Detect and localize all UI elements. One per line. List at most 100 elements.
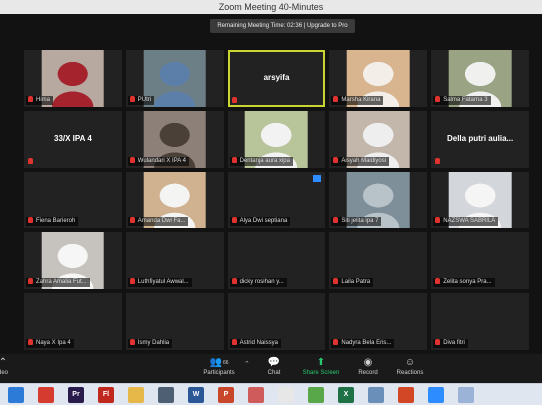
participant-tile[interactable]: Alya Dwi septiana xyxy=(227,171,326,229)
participant-name: Hima xyxy=(36,96,51,103)
participant-name-label: Luthfiyatul Awwal... xyxy=(127,278,192,288)
zoom-icon[interactable] xyxy=(428,387,444,403)
participant-tile[interactable]: Aisyah Maidiyosi xyxy=(329,110,428,168)
mic-muted-icon xyxy=(333,338,339,345)
windows-taskbar: Pr Fl W P X xyxy=(0,383,542,405)
participant-tile[interactable]: Marsha Kirana xyxy=(329,50,428,107)
participant-tile[interactable]: 33/X IPA 4 xyxy=(24,110,122,168)
participant-tile[interactable]: Nadyra Bela Eris... xyxy=(329,293,428,350)
participant-name-label: Fiena Barieroh xyxy=(26,217,79,227)
participant-tile[interactable]: Wulandari X IPA 4 xyxy=(125,110,224,168)
window-title: Zoom Meeting 40-Minutes xyxy=(218,2,324,12)
remaining-time-banner[interactable]: Remaining Meeting Time: 02:36 | Upgrade … xyxy=(210,19,355,33)
share-screen-button[interactable]: ⬆ Share Screen xyxy=(299,356,343,376)
browser-icon[interactable] xyxy=(458,387,474,403)
participant-name: Siti jelita ipa 7 xyxy=(341,218,379,225)
calendar-icon[interactable] xyxy=(248,387,264,403)
participant-name-label: NAZSWA SABRILA xyxy=(433,217,499,227)
word-icon[interactable]: W xyxy=(188,387,204,403)
record-button[interactable]: ◉ Record xyxy=(346,356,390,376)
participant-name-label: Ismy Dahlia xyxy=(127,338,173,348)
participant-display-name: Della putri aulia... xyxy=(446,133,514,143)
participant-tile[interactable]: Laila Patra xyxy=(329,232,428,290)
participant-tile[interactable]: arsyifa xyxy=(227,50,326,107)
participant-name-label: Dentanja aura xipa xyxy=(229,156,293,166)
participant-name-label: Aisyah Maidiyosi xyxy=(331,156,390,166)
participant-tile[interactable]: NAZSWA SABRILA xyxy=(431,171,529,229)
premiere-icon[interactable]: Pr xyxy=(68,387,84,403)
participant-name: Fiena Barieroh xyxy=(36,218,76,225)
mic-muted-icon xyxy=(435,217,441,224)
participant-grid: Hima PUtri arsyifa Marsha Kirana Salma Fatar… xyxy=(24,50,529,350)
participant-tile[interactable]: Diva fitri xyxy=(431,293,529,350)
participant-name: NAZSWA SABRILA xyxy=(443,218,496,225)
maps-icon[interactable] xyxy=(308,387,324,403)
participant-name-label: Alya Dwi septiana xyxy=(229,217,291,227)
mic-muted-icon xyxy=(231,338,237,345)
participant-display-name: arsyifa xyxy=(263,72,290,82)
participant-tile[interactable]: Luthfiyatul Awwal... xyxy=(125,232,224,290)
mic-muted-icon xyxy=(231,217,237,224)
office-icon[interactable] xyxy=(398,387,414,403)
store-icon[interactable] xyxy=(158,387,174,403)
participant-tile[interactable]: Zelita sonya Pra... xyxy=(431,232,529,290)
participants-caret-icon[interactable]: ⌃ xyxy=(244,360,250,368)
excel-icon[interactable]: X xyxy=(338,387,354,403)
participant-tile[interactable]: Hima xyxy=(24,50,122,107)
mic-muted-icon xyxy=(333,156,339,163)
participant-name-label: PUtri xyxy=(127,95,155,105)
participant-name-label: Salma Fatarna 3 xyxy=(433,95,491,105)
participant-name: Laila Patra xyxy=(341,279,371,286)
reactions-button[interactable]: ☺ Reactions xyxy=(388,356,432,376)
participant-tile[interactable]: Amanda Dwi Fa... xyxy=(125,171,224,229)
participant-name: Astrid Naissya xyxy=(239,339,278,346)
participant-tile[interactable]: Siti jelita ipa 7 xyxy=(329,171,428,229)
caret-up-icon: ⌃ xyxy=(0,357,8,368)
start-icon[interactable] xyxy=(8,387,24,403)
chat-icon: 💬 xyxy=(267,357,281,368)
chat-label: Chat xyxy=(267,370,281,376)
participant-tile[interactable]: Naya X Ipa 4 xyxy=(24,293,122,350)
tile-options-icon[interactable] xyxy=(313,174,322,182)
participant-name: Zahra Amalia Fut... xyxy=(36,279,87,286)
participant-tile[interactable]: Astrid Naissya xyxy=(227,293,326,350)
files-icon[interactable] xyxy=(368,387,384,403)
paint-icon[interactable] xyxy=(278,387,294,403)
participant-tile[interactable]: Zahra Amalia Fut... xyxy=(24,232,122,290)
participant-name: Salma Fatarna 3 xyxy=(443,96,488,103)
chat-button[interactable]: 💬 Chat xyxy=(252,356,296,376)
participant-name-label: Amanda Dwi Fa... xyxy=(127,217,189,227)
participants-button[interactable]: 👥66 Participants xyxy=(197,356,241,376)
participant-name: Zelita sonya Pra... xyxy=(443,279,492,286)
mic-muted-icon xyxy=(28,278,33,285)
mic-muted-icon xyxy=(231,96,237,103)
mic-muted-icon xyxy=(435,95,441,102)
participant-name-label: Astrid Naissya xyxy=(229,338,281,348)
participant-name: Ismy Dahlia xyxy=(137,339,170,346)
participant-name-label: Zahra Amalia Fut... xyxy=(26,278,90,288)
participant-tile[interactable]: PUtri xyxy=(125,50,224,107)
mic-muted-icon xyxy=(28,157,33,164)
participant-tile[interactable]: Della putri aulia... xyxy=(431,110,529,168)
participant-tile[interactable]: dicky rosihan y... xyxy=(227,232,326,290)
acrobat-icon[interactable] xyxy=(38,387,54,403)
reactions-label: Reactions xyxy=(396,370,424,376)
participant-tile[interactable]: Dentanja aura xipa xyxy=(227,110,326,168)
flash-icon[interactable]: Fl xyxy=(98,387,114,403)
mic-muted-icon xyxy=(129,156,135,163)
mic-muted-icon xyxy=(333,95,339,102)
mic-muted-icon xyxy=(435,278,441,285)
participant-tile[interactable]: Ismy Dahlia xyxy=(125,293,224,350)
participant-name-label: Diva fitri xyxy=(433,338,468,348)
powerpoint-icon[interactable]: P xyxy=(218,387,234,403)
mic-muted-icon xyxy=(28,95,33,102)
audio-button[interactable]: ⌃ deo xyxy=(0,356,18,376)
participant-tile[interactable]: Salma Fatarna 3 xyxy=(431,50,529,107)
meeting-toolbar: ⌃ deo 👥66 Participants ⌃ 💬 Chat ⬆ Share … xyxy=(0,354,542,383)
participants-icon: 👥66 xyxy=(209,357,229,368)
participant-tile[interactable]: Fiena Barieroh xyxy=(24,171,122,229)
record-label: Record xyxy=(358,370,378,376)
participant-name-label: Marsha Kirana xyxy=(331,95,384,105)
participant-name: Aisyah Maidiyosi xyxy=(341,157,387,164)
folder-icon[interactable] xyxy=(128,387,144,403)
